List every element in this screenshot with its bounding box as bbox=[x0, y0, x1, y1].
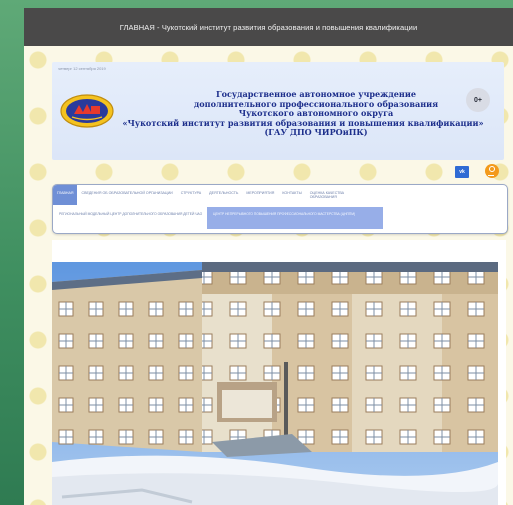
browser-screen: ГЛАВНАЯ - Чукотский институт развития об… bbox=[24, 8, 513, 505]
nav-item-contacts[interactable]: Контакты bbox=[278, 185, 305, 195]
nav-top-row: Главная Сведения об образовательной орга… bbox=[53, 185, 507, 205]
org-name-line: (ГАУ ДПО ЧИРОиПК) bbox=[264, 127, 368, 137]
nav-bottom-row: Региональный модельный центр дополнитель… bbox=[53, 207, 507, 229]
building-photo bbox=[52, 262, 498, 505]
nav-item-activity[interactable]: Деятельность bbox=[205, 185, 242, 195]
page-title: ГЛАВНАЯ - Чукотский институт развития об… bbox=[119, 22, 418, 32]
nav-item-regional-center[interactable]: Региональный модельный центр дополнитель… bbox=[53, 207, 207, 229]
nav-item-cnppm[interactable]: Центр непрерывного повышения профессиона… bbox=[207, 207, 383, 229]
institute-logo[interactable] bbox=[60, 94, 114, 128]
page-title-bar: ГЛАВНАЯ - Чукотский институт развития об… bbox=[24, 8, 513, 46]
site-header: четверг 12 сентября 2019 Государственное… bbox=[52, 62, 504, 160]
age-rating-badge: 0+ bbox=[466, 88, 490, 112]
nav-item-events[interactable]: Мероприятия bbox=[242, 185, 278, 195]
odnoklassniki-icon[interactable] bbox=[485, 164, 499, 178]
nav-item-structure[interactable]: Структура bbox=[177, 185, 205, 195]
main-navigation: Главная Сведения об образовательной орга… bbox=[52, 184, 508, 234]
date-text: четверг 12 сентября 2019 bbox=[58, 66, 106, 71]
organization-name: Государственное автономное учреждение до… bbox=[122, 89, 496, 138]
nav-item-about[interactable]: Сведения об образовательной организации bbox=[77, 185, 176, 195]
vk-icon[interactable]: vk bbox=[455, 166, 469, 178]
nav-item-home[interactable]: Главная bbox=[53, 185, 78, 205]
nav-item-quality[interactable]: Оценка качества образования bbox=[306, 185, 366, 199]
